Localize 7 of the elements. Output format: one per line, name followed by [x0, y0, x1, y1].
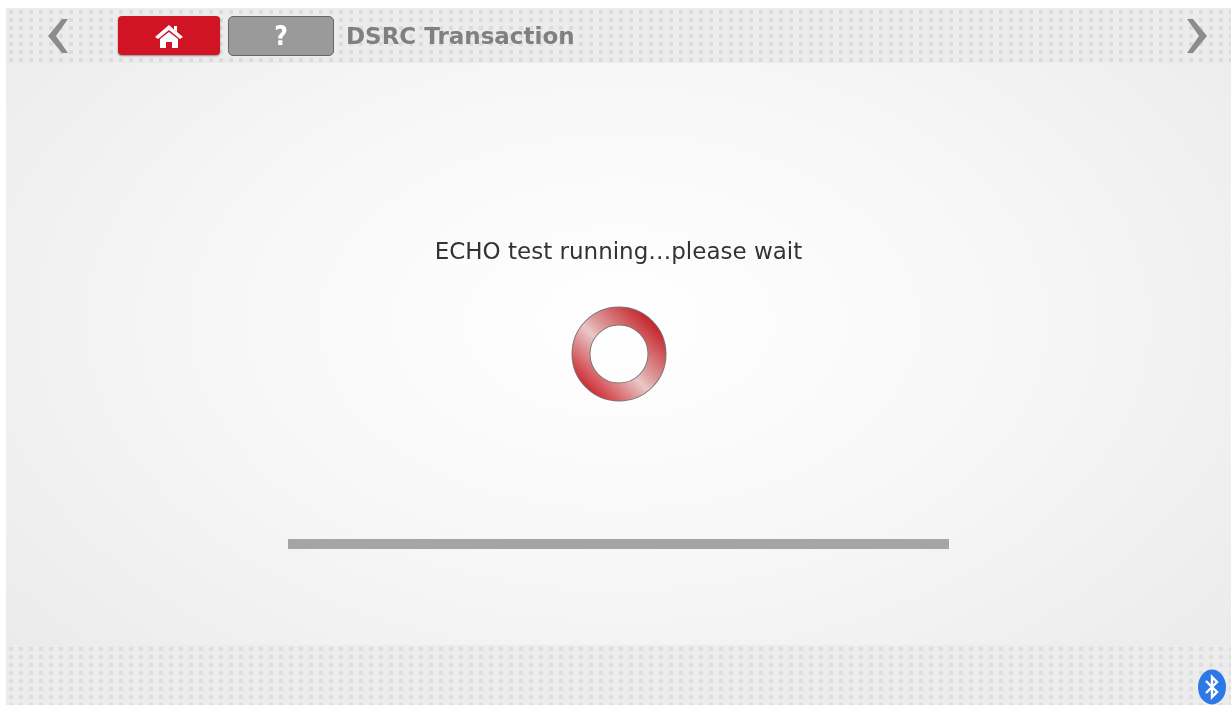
- status-message: ECHO test running…please wait: [434, 238, 803, 264]
- home-button[interactable]: [118, 16, 220, 55]
- screen-title: DSRC Transaction: [346, 22, 575, 49]
- help-button[interactable]: ?: [228, 15, 334, 56]
- home-icon: [154, 22, 184, 49]
- loading-ring-icon: [570, 306, 667, 402]
- bluetooth-icon[interactable]: [1197, 669, 1227, 705]
